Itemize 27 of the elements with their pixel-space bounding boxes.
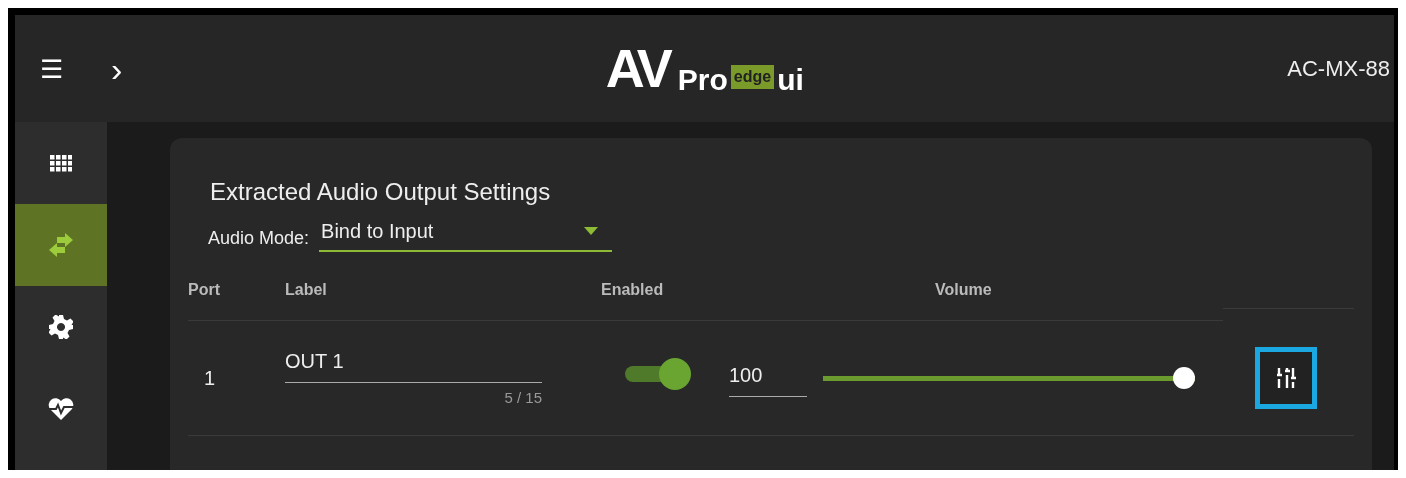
label-input[interactable]: OUT 1	[285, 346, 542, 384]
character-counter: 5 / 15	[503, 388, 542, 409]
logo-text: AV	[605, 38, 671, 99]
column-header: Port	[188, 260, 285, 321]
volume-input[interactable]: 100	[729, 359, 807, 397]
menu-button[interactable]: ☰	[40, 55, 63, 82]
column-header: Enabled	[601, 260, 729, 321]
sliders-icon	[1275, 367, 1297, 389]
grid-icon	[50, 154, 72, 172]
heart-pulse-icon	[48, 398, 74, 420]
dropdown-caret-icon	[584, 227, 599, 235]
volume-slider[interactable]	[823, 367, 1195, 389]
expand-button[interactable]: ›	[111, 51, 123, 86]
logo-text: ui	[777, 62, 804, 99]
column-header: Volume	[729, 260, 1223, 321]
panel-title: Extracted Audio Output Settings	[210, 177, 552, 207]
audio-mode-select[interactable]: Bind to Input	[319, 216, 613, 252]
field-label: Audio Mode:	[208, 227, 310, 250]
swap-arrows-icon	[47, 233, 75, 257]
logo-badge: edge	[730, 65, 775, 90]
device-name: AC-MX-88	[1287, 55, 1390, 83]
enabled-toggle[interactable]	[625, 358, 691, 390]
logo-text: Pro	[677, 62, 728, 99]
port-number: 1	[203, 366, 217, 391]
equalizer-button[interactable]	[1255, 347, 1317, 409]
gear-icon	[49, 315, 73, 339]
column-header: Label	[285, 260, 601, 321]
